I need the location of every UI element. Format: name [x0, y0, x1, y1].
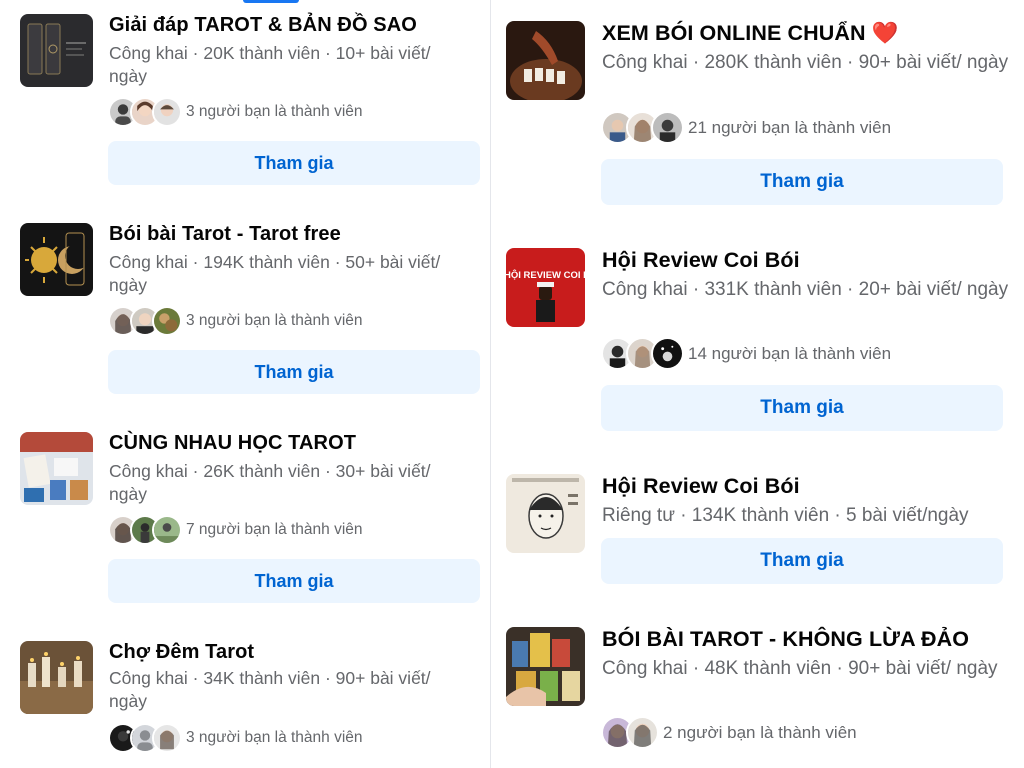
- group-name[interactable]: Hội Review Coi Bói: [602, 248, 800, 273]
- group-name[interactable]: Giải đáp TAROT & BẢN ĐỒ SAO: [109, 14, 417, 37]
- friends-text: 3 người bạn là thành viên: [186, 729, 363, 746]
- group-meta: Công khai · 48K thành viên · 90+ bài viế…: [602, 658, 998, 679]
- scroll-indicator: [243, 0, 299, 3]
- card-reading-image[interactable]: [506, 21, 585, 100]
- friend-members: 14 người bạn là thành viên: [601, 337, 891, 370]
- friends-text: 14 người bạn là thành viên: [688, 343, 892, 363]
- right-column: XEM BÓI ONLINE CHUẨN ❤️ Công khai · 280K…: [490, 0, 1024, 768]
- heart-emoji-icon: ❤️: [871, 21, 899, 45]
- join-button[interactable]: Tham gia: [601, 385, 1003, 431]
- friend-members: 3 người bạn là thành viên: [108, 97, 363, 127]
- avatar: [626, 716, 659, 749]
- avatar: [152, 723, 182, 753]
- friends-text: 7 người bạn là thành viên: [186, 521, 363, 538]
- group-card: Giải đáp TAROT & BẢN ĐỒ SAO Công khai · …: [20, 14, 480, 194]
- group-meta: Công khai · 331K thành viên · 20+ bài vi…: [602, 279, 1009, 300]
- group-meta: Riêng tư · 134K thành viên · 5 bài viết/…: [602, 505, 969, 526]
- join-button[interactable]: Tham gia: [108, 350, 480, 394]
- friends-text: 3 người bạn là thành viên: [186, 312, 363, 329]
- group-card: Chợ Đêm Tarot Công khai · 34K thành viên…: [20, 641, 480, 768]
- tarot-hand-image[interactable]: [506, 627, 585, 706]
- group-name[interactable]: Bói bài Tarot - Tarot free: [109, 223, 341, 246]
- group-meta: Công khai · 280K thành viên · 90+ bài vi…: [602, 52, 1009, 73]
- group-meta: Công khai · 26K thành viên · 30+ bài viế…: [109, 461, 431, 504]
- avatar: [152, 515, 182, 545]
- join-button[interactable]: Tham gia: [108, 559, 480, 603]
- avatar: [651, 337, 684, 370]
- join-button[interactable]: Tham gia: [601, 538, 1003, 584]
- sun-moon-image[interactable]: [20, 223, 93, 296]
- group-card: CÙNG NHAU HỌC TAROT Công khai · 26K thàn…: [20, 432, 480, 612]
- avatar: [152, 306, 182, 336]
- candles-image[interactable]: [20, 641, 93, 714]
- avatar: [651, 111, 684, 144]
- friends-text: 2 người bạn là thành viên: [663, 722, 857, 742]
- tarot-cards-dark-image[interactable]: [20, 14, 93, 87]
- poster-text: HỘI REVIEW COI BÓ: [506, 269, 585, 281]
- friend-members: 21 người bạn là thành viên: [601, 111, 891, 144]
- group-name[interactable]: CÙNG NHAU HỌC TAROT: [109, 432, 356, 455]
- friend-members: 7 người bạn là thành viên: [108, 515, 363, 545]
- join-button[interactable]: Tham gia: [108, 141, 480, 185]
- group-meta: Công khai · 194K thành viên · 50+ bài vi…: [109, 252, 441, 295]
- group-card: XEM BÓI ONLINE CHUẨN ❤️ Công khai · 280K…: [506, 21, 1021, 211]
- group-name[interactable]: XEM BÓI ONLINE CHUẨN ❤️: [602, 21, 899, 46]
- group-card: Bói bài Tarot - Tarot free Công khai · 1…: [20, 223, 480, 403]
- group-card: BÓI BÀI TAROT - KHÔNG LỪA ĐẢO Công khai …: [506, 627, 1021, 768]
- face-sketch-image[interactable]: [506, 474, 585, 553]
- group-card: Hội Review Coi Bói Riêng tư · 134K thành…: [506, 474, 1021, 594]
- red-poster-image[interactable]: HỘI REVIEW COI BÓ: [506, 248, 585, 327]
- friends-text: 3 người bạn là thành viên: [186, 103, 363, 120]
- left-column: Giải đáp TAROT & BẢN ĐỒ SAO Công khai · …: [0, 0, 490, 768]
- group-name[interactable]: Hội Review Coi Bói: [602, 474, 800, 499]
- join-button[interactable]: Tham gia: [601, 159, 1003, 205]
- tarot-table-image[interactable]: [20, 432, 93, 505]
- group-meta: Công khai · 34K thành viên · 90+ bài viế…: [109, 668, 431, 711]
- friends-text: 21 người bạn là thành viên: [688, 117, 892, 137]
- group-name[interactable]: BÓI BÀI TAROT - KHÔNG LỪA ĐẢO: [602, 627, 969, 652]
- friend-members: 3 người bạn là thành viên: [108, 723, 363, 753]
- friend-members: 3 người bạn là thành viên: [108, 306, 363, 336]
- avatar: [152, 97, 182, 127]
- group-name[interactable]: Chợ Đêm Tarot: [109, 641, 254, 664]
- group-meta: Công khai · 20K thành viên · 10+ bài viế…: [109, 43, 431, 86]
- friend-members: 2 người bạn là thành viên: [601, 716, 857, 749]
- group-card: HỘI REVIEW COI BÓ Hội Review Coi Bói Côn…: [506, 248, 1021, 438]
- group-name-text: XEM BÓI ONLINE CHUẨN: [602, 21, 866, 45]
